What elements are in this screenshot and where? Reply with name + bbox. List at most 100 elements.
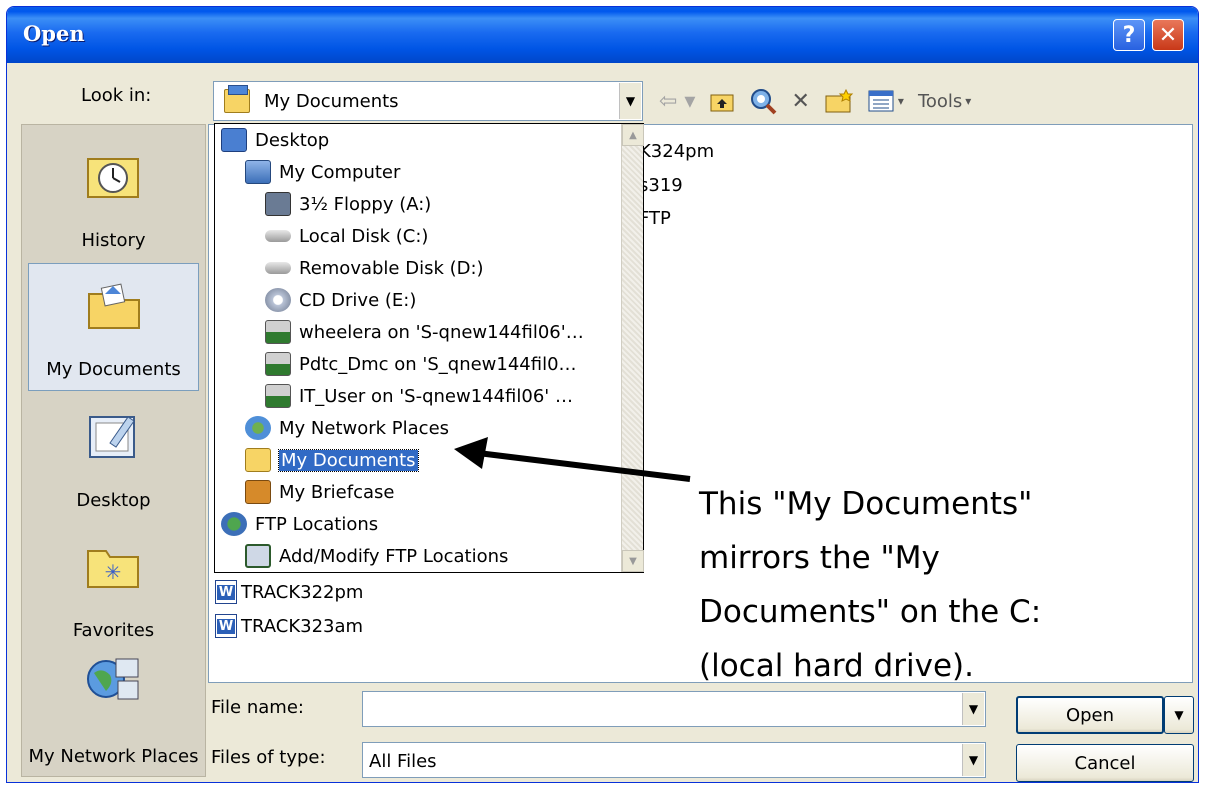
search-web-icon[interactable] [749,87,777,115]
place-network[interactable]: My Network Places [28,649,199,777]
views-icon[interactable]: ▾ [868,90,904,112]
list-item[interactable]: W TRACK323am [215,614,363,638]
look-in-value: My Documents [264,91,399,112]
dropdown-item-network-drive[interactable]: IT_User on 'S-qnew144fil06' … [265,380,573,412]
dropdown-item-label: Desktop [255,129,330,151]
favorites-icon: ✳ [87,550,139,588]
dropdown-item-label: Local Disk (C:) [299,225,429,247]
help-button[interactable]: ? [1113,19,1145,51]
place-label: Favorites [72,620,155,641]
open-options-button[interactable]: ▼ [1164,696,1194,734]
file-name-label: File name: [211,697,304,718]
open-dialog: Open ? ✕ Look in: My Documents ▼ ⇦ ▾ ✕ ▾… [6,6,1199,783]
svg-text:✳: ✳ [105,560,122,584]
cancel-button[interactable]: Cancel [1016,744,1194,782]
new-folder-icon[interactable] [824,88,854,114]
network-drive-icon [265,352,291,376]
floppy-icon [265,192,291,216]
desktop-icon [221,128,247,152]
dropdown-item-my-computer[interactable]: My Computer [245,156,400,188]
list-item[interactable]: W TRACK322pm [215,580,363,604]
close-button[interactable]: ✕ [1152,19,1184,51]
dropdown-item-network-drive[interactable]: wheelera on 'S-qnew144fil06'… [265,316,584,348]
word-document-icon: W [215,614,237,638]
file-name: TRACK322pm [241,581,364,603]
list-item[interactable]: s319 [639,175,683,196]
network-places-icon [245,416,271,440]
delete-icon[interactable]: ✕ [791,89,809,114]
dropdown-item-local-disk[interactable]: Local Disk (C:) [265,220,428,252]
place-favorites[interactable]: ✳ Favorites [28,523,199,651]
dropdown-item-floppy[interactable]: 3½ Floppy (A:) [265,188,431,220]
dropdown-scrollbar[interactable]: ▲ ▼ [621,124,644,572]
dropdown-item-briefcase[interactable]: My Briefcase [245,476,394,508]
ftp-add-icon [245,544,271,568]
chevron-down-icon[interactable]: ▼ [962,744,984,776]
chevron-down-icon[interactable]: ▼ [962,693,984,725]
dropdown-item-label: Removable Disk (D:) [299,257,484,279]
tools-label: Tools [917,90,963,112]
toolbar: ⇦ ▾ ✕ ▾ Tools ▾ [659,83,971,119]
my-documents-icon [224,85,250,113]
up-folder-icon[interactable] [709,89,735,113]
look-in-dropdown[interactable]: Desktop My Computer 3½ Floppy (A:) Local… [214,123,644,573]
dropdown-item-label: Pdtc_Dmc on 'S_qnew144fil0… [299,353,577,375]
dropdown-item-label: wheelera on 'S-qnew144fil06'… [299,321,584,343]
tools-menu[interactable]: Tools ▾ [918,91,971,112]
network-drive-icon [265,320,291,344]
dropdown-item-label: Add/Modify FTP Locations [279,545,509,567]
briefcase-icon [245,480,271,504]
annotation-arrow-icon [454,437,691,482]
back-icon[interactable]: ⇦ ▾ [659,89,695,114]
network-drive-icon [265,384,291,408]
dropdown-item-cd-drive[interactable]: CD Drive (E:) [265,284,416,316]
my-documents-icon [245,448,271,472]
dropdown-item-label: FTP Locations [255,513,379,535]
open-button[interactable]: Open [1016,696,1164,734]
word-document-icon: W [215,580,237,604]
dropdown-item-my-documents[interactable]: My Documents [245,444,419,476]
network-places-icon [87,658,139,700]
file-type-select[interactable]: All Files ▼ [362,742,986,778]
computer-icon [245,160,271,184]
dropdown-item-label: My Briefcase [279,481,395,503]
dropdown-item-desktop[interactable]: Desktop [221,124,329,156]
my-documents-icon [88,283,140,329]
annotation-line: mirrors the "My [699,540,940,576]
dropdown-item-label: My Computer [279,161,401,183]
place-label: Desktop [76,490,151,511]
chevron-down-icon[interactable]: ▼ [619,83,641,119]
list-item[interactable]: K324pm [639,141,714,162]
place-my-documents[interactable]: My Documents [28,263,199,391]
scroll-up-icon[interactable]: ▲ [622,124,644,146]
dropdown-item-label: CD Drive (E:) [299,289,417,311]
history-icon [87,158,139,198]
dropdown-item-ftp-locations[interactable]: FTP Locations [221,508,378,540]
disk-icon [265,262,291,274]
look-in-label: Look in: [81,85,152,106]
file-name: TRACK323am [241,615,364,637]
dropdown-item-label: IT_User on 'S-qnew144fil06' … [299,385,573,407]
title-bar[interactable]: Open ? ✕ [7,7,1198,63]
dropdown-item-label: 3½ Floppy (A:) [299,193,432,215]
file-type-value: All Files [369,751,437,772]
file-name-input[interactable]: ▼ [362,691,986,727]
scroll-down-icon[interactable]: ▼ [622,550,644,572]
place-label: My Documents [46,359,181,380]
ftp-icon [221,512,247,536]
file-type-label: Files of type: [211,747,326,768]
dropdown-item-network-places[interactable]: My Network Places [245,412,449,444]
annotation-line: This "My Documents" [699,486,1033,522]
place-history[interactable]: History [28,133,199,261]
dropdown-item-label: My Network Places [279,417,450,439]
dropdown-item-add-ftp[interactable]: Add/Modify FTP Locations [245,540,508,572]
dropdown-item-removable-disk[interactable]: Removable Disk (D:) [265,252,484,284]
look-in-select[interactable]: My Documents ▼ [213,81,643,121]
place-label: My Network Places [28,746,199,767]
dropdown-item-network-drive[interactable]: Pdtc_Dmc on 'S_qnew144fil0… [265,348,577,380]
disk-icon [265,230,291,242]
annotation-text: This "My Documents" mirrors the "My Docu… [699,477,1139,693]
desktop-icon [89,416,135,458]
place-desktop[interactable]: Desktop [28,393,199,521]
cd-icon [265,288,291,312]
